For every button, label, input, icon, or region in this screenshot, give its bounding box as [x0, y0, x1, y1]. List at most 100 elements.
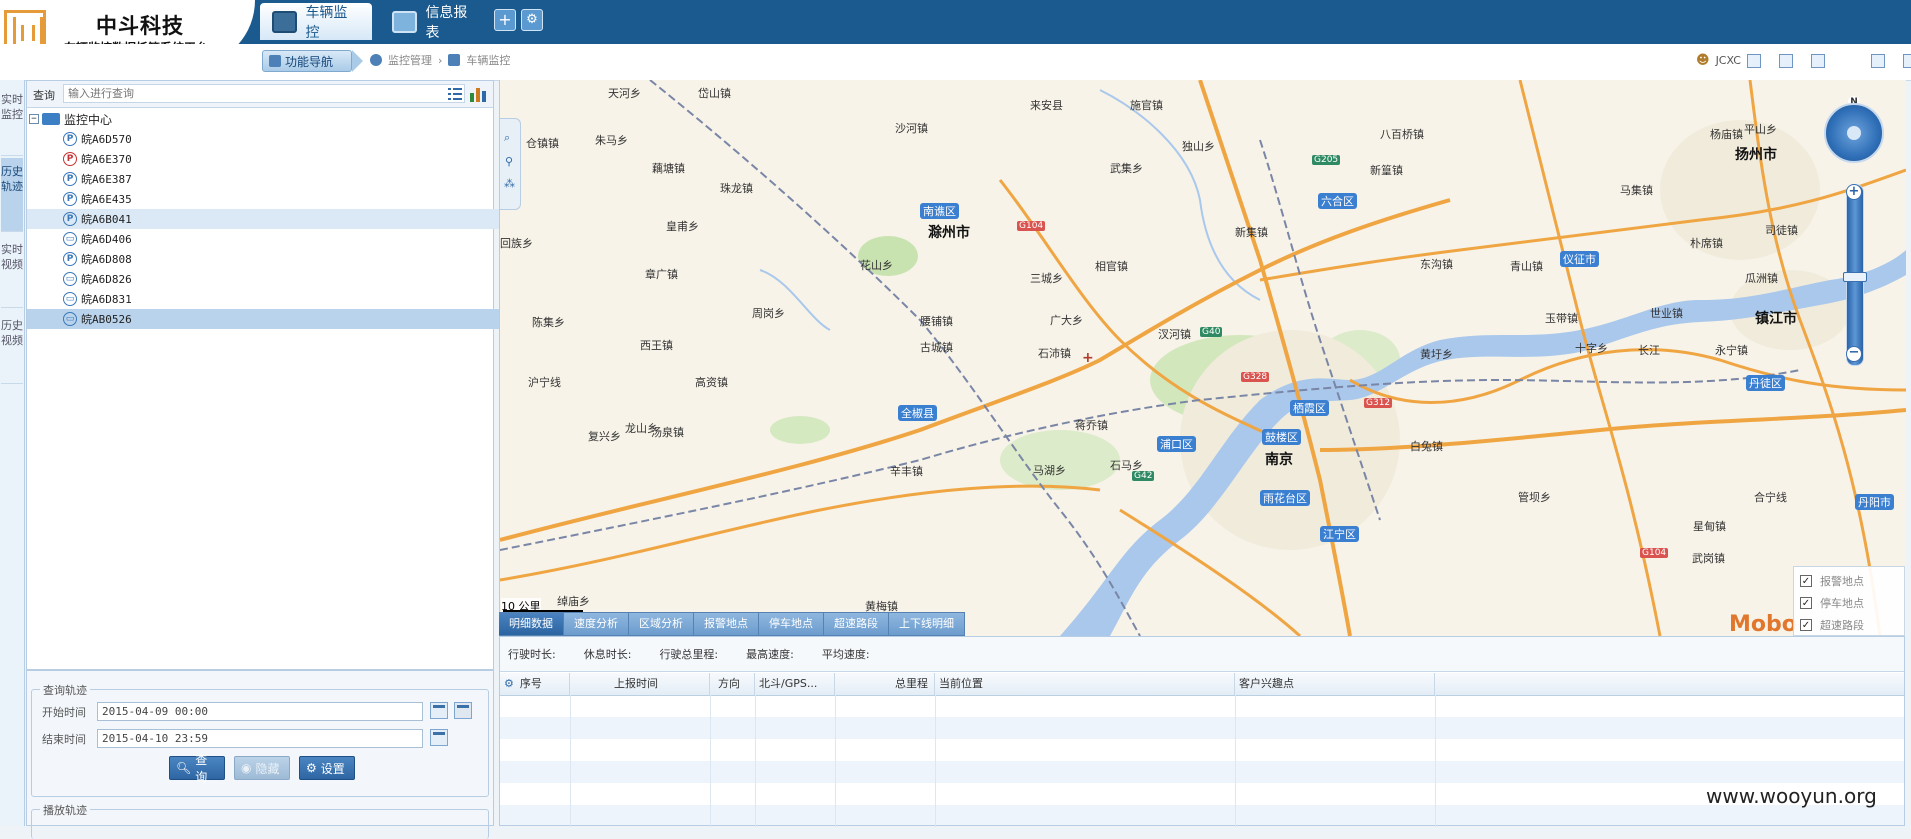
breadcrumb-item[interactable]: 车辆监控	[466, 52, 510, 68]
start-time-field[interactable]: 2015-04-09 00:00	[97, 702, 423, 721]
parked-vehicle-icon: P	[63, 132, 77, 146]
watermark: www.wooyun.org	[1706, 784, 1877, 808]
column-header-index[interactable]: ⚙ 序号	[500, 673, 570, 695]
pin-icon[interactable]: ⚲	[505, 155, 513, 168]
vtab-history-video[interactable]: 历史视频	[1, 310, 23, 384]
checkbox-icon[interactable]: ✓	[1800, 619, 1812, 631]
search-label: 查询	[33, 89, 55, 102]
column-header-report-time[interactable]: 上报时间	[570, 673, 710, 695]
zoom-out-button[interactable]: −	[1846, 346, 1862, 362]
map-place-label: 武集乡	[1110, 162, 1143, 175]
parked-vehicle-icon: P	[63, 192, 77, 206]
map-place-label: 回族乡	[500, 237, 533, 250]
settings-gear-button[interactable]: ⚙	[521, 9, 543, 31]
map-view[interactable]: + 天河乡 岱山镇 施官镇 来安县 沙河镇 仓镇镇 朱马乡 藕塘镇 珠龙镇 独山乡 八百桥镇 杨庙镇平…	[499, 80, 1906, 636]
tab-online-offline-detail[interactable]: 上下线明细	[889, 612, 965, 636]
settings-button-label: 设置	[320, 761, 345, 776]
checkbox-icon[interactable]: ✓	[1800, 575, 1812, 587]
calendar-icon[interactable]	[430, 702, 448, 719]
vtab-realtime-video[interactable]: 实时视频	[1, 234, 23, 308]
vtab-realtime-monitor[interactable]: 实时监控	[1, 86, 23, 156]
stat-max-speed: 最高速度:	[746, 648, 794, 661]
column-header-current-location[interactable]: 当前位置	[935, 673, 1235, 695]
globe-icon	[370, 54, 382, 66]
checkbox-icon[interactable]: ✓	[1800, 597, 1812, 609]
fullscreen-icon[interactable]	[1902, 53, 1911, 68]
time-picker-icon[interactable]	[454, 702, 472, 719]
car-monitor-icon	[448, 54, 461, 66]
vehicle-tree-item[interactable]: ▭ 皖A6D831	[27, 289, 529, 309]
vehicle-tree-item[interactable]: P 皖A6B041	[27, 209, 529, 229]
vehicle-tree-item[interactable]: P 皖A6E387	[27, 169, 529, 189]
report-icon	[392, 10, 418, 33]
breadcrumb-item[interactable]: 监控管理	[388, 52, 432, 68]
table-header: ⚙ 序号 上报时间 方向 北斗/GPS... 总里程 当前位置 客户兴趣点	[500, 673, 1904, 696]
tab-alarm-points[interactable]: 报警地点	[694, 612, 759, 636]
map-place-label: 玉带镇	[1545, 312, 1578, 325]
layer-alarm-points[interactable]: ✓ 报警地点	[1800, 573, 1864, 589]
tab-area-analysis[interactable]: 区域分析	[629, 612, 694, 636]
end-time-field[interactable]: 2015-04-10 23:59	[97, 729, 423, 748]
vehicle-tree-item[interactable]: P 皖A6D570	[27, 129, 529, 149]
vehicle-tree-item[interactable]: ▭ 皖AB0526	[27, 309, 529, 329]
layout-icon[interactable]	[1870, 53, 1885, 68]
pan-control-icon[interactable]	[1824, 103, 1884, 163]
vtab-history-track[interactable]: 历史轨迹	[1, 158, 23, 232]
hide-button[interactable]: ◉ 隐藏	[234, 756, 290, 780]
zoom-in-button[interactable]: +	[1846, 184, 1862, 200]
list-view-icon[interactable]	[447, 86, 463, 102]
vehicle-plate: 皖A6D831	[81, 293, 132, 306]
export-icon[interactable]	[1778, 53, 1793, 68]
map-city-label: 镇江市	[1755, 311, 1797, 327]
map-place-label: 马湖乡	[1033, 464, 1066, 477]
column-header-direction[interactable]: 方向	[710, 673, 755, 695]
magnify-icon[interactable]: ⌕	[504, 131, 510, 145]
query-fieldset: 查询轨迹 开始时间 2015-04-09 00:00 结束时间 2015-04-…	[31, 682, 489, 797]
map-place-label: 复兴乡	[588, 430, 621, 443]
tree-root-label: 监控中心	[64, 112, 113, 127]
map-place-label: 朱马乡	[595, 134, 628, 147]
tab-vehicle-monitor[interactable]: 车辆监控	[260, 3, 372, 41]
map-place-label: 珠龙镇	[720, 182, 753, 195]
calendar-icon[interactable]	[430, 729, 448, 746]
layer-speeding-segments[interactable]: ✓ 超速路段	[1800, 617, 1864, 633]
start-time-label: 开始时间	[42, 706, 86, 719]
column-header-poi[interactable]: 客户兴趣点	[1235, 673, 1435, 695]
query-button[interactable]: 🔍︎ 查询	[169, 753, 225, 784]
window-icon[interactable]	[1746, 53, 1761, 68]
collapse-icon[interactable]: −	[29, 114, 39, 124]
tab-parking-points[interactable]: 停车地点	[759, 612, 824, 636]
tab-speed-analysis[interactable]: 速度分析	[564, 612, 629, 636]
username: JCXC	[1715, 54, 1741, 67]
zoom-handle[interactable]	[1843, 272, 1867, 282]
eye-icon: ◉	[241, 761, 252, 775]
map-city-label: 南京	[1265, 452, 1293, 468]
parked-vehicle-icon: P	[63, 212, 77, 226]
map-place-label: 藕塘镇	[652, 162, 685, 175]
column-header-beidou-gps[interactable]: 北斗/GPS...	[755, 673, 835, 695]
column-header-total-mileage[interactable]: 总里程	[835, 673, 935, 695]
vehicle-tree-item[interactable]: P 皖A6E370	[27, 149, 529, 169]
vehicle-tree-item[interactable]: P 皖A6E435	[27, 189, 529, 209]
vehicle-tree-item[interactable]: P 皖A6D808	[27, 249, 529, 269]
tab-info-report[interactable]: 信息报表	[380, 3, 492, 41]
vehicle-tree-item[interactable]: ▭ 皖A6D826	[27, 269, 529, 289]
chart-view-icon[interactable]	[469, 85, 487, 103]
user-icon: ☻	[1696, 53, 1710, 68]
gear-icon[interactable]: ⚙	[504, 677, 514, 690]
play-icon[interactable]	[1810, 53, 1825, 68]
road-shield-label: G104	[1640, 548, 1669, 558]
layer-parking-points[interactable]: ✓ 停车地点	[1800, 595, 1864, 611]
add-tab-button[interactable]: +	[494, 9, 516, 31]
vehicle-tree-item[interactable]: ▭ 皖A6D406	[27, 229, 529, 249]
settings-button[interactable]: ⚙ 设置	[299, 756, 355, 780]
function-nav-button[interactable]: 功能导航	[262, 50, 363, 72]
tab-detail-data[interactable]: 明细数据	[499, 612, 564, 636]
tab-speeding-segments[interactable]: 超速路段	[824, 612, 889, 636]
column-divider	[1235, 695, 1236, 827]
tree-root[interactable]: − 监控中心	[27, 109, 495, 129]
layers-icon[interactable]: ⁂	[504, 177, 515, 190]
layer-label: 停车地点	[1820, 597, 1864, 610]
map-place-label: 平山乡	[1744, 123, 1777, 136]
search-input[interactable]	[63, 84, 465, 103]
